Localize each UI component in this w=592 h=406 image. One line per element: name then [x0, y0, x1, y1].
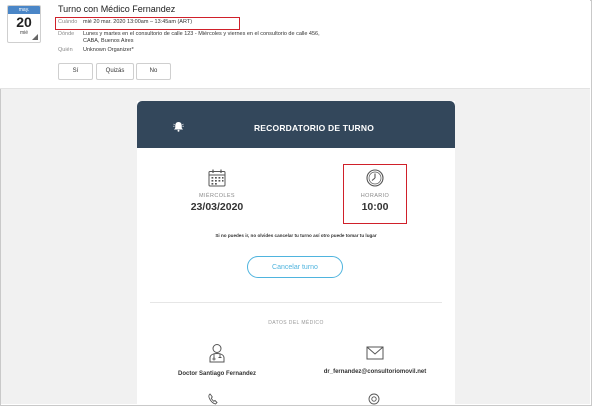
doctor-email[interactable]: dr_fernandez@consultoriomovil.net: [311, 369, 439, 375]
doctor-name-block: Doctor Santiago Fernandez: [160, 343, 274, 377]
divider: [150, 302, 442, 303]
card-header-title: RECORDATORIO DE TURNO: [253, 123, 375, 133]
doctor-email-block: dr_fernandez@consultoriomovil.net: [311, 345, 439, 375]
event-title[interactable]: Turno con Médico Fernandez: [58, 4, 175, 14]
doctor-name: Doctor Santiago Fernandez: [177, 371, 256, 377]
cancel-appointment-button[interactable]: Cancelar turno: [247, 256, 343, 278]
calendar-icon: [208, 169, 226, 187]
card-header: RECORDATORIO DE TURNO: [137, 101, 455, 148]
date-chip-day: 20: [16, 14, 32, 30]
phone-icon: [208, 393, 218, 405]
mail-icon: [366, 346, 384, 360]
doctor-icon: [209, 344, 225, 363]
location-icon: [368, 393, 380, 405]
rsvp-yes-button[interactable]: Sí: [58, 63, 93, 80]
date-value: 23/03/2020: [190, 201, 244, 213]
who-label: Quién: [58, 47, 73, 53]
date-chip-month: may.: [8, 6, 40, 14]
doctor-section-title: DATOS DEL MÉDICO: [268, 320, 324, 326]
cancel-note: Si no puedes ir, no olvides cancelar tu …: [215, 233, 377, 238]
where-value-line2: CABA, Buenos Aires: [83, 38, 134, 44]
rsvp-no-button[interactable]: No: [136, 63, 171, 80]
where-label: Dónde: [58, 31, 75, 37]
calendar-invite: may. 20 mié Turno con Médico Fernandez C…: [0, 0, 590, 89]
rsvp-maybe-button[interactable]: Quizás: [96, 63, 134, 80]
where-value-line1: Lunes y martes en el consultorio de call…: [83, 31, 320, 37]
time-highlight-box: [343, 164, 407, 224]
date-block: MIÉRCOLES 23/03/2020: [162, 168, 272, 213]
who-value: Unknown Organizer*: [83, 47, 134, 53]
when-highlight-box: [55, 17, 240, 30]
date-label: MIÉRCOLES: [199, 193, 235, 199]
date-chip: may. 20 mié: [7, 5, 41, 43]
fold-corner-icon: [32, 34, 38, 40]
